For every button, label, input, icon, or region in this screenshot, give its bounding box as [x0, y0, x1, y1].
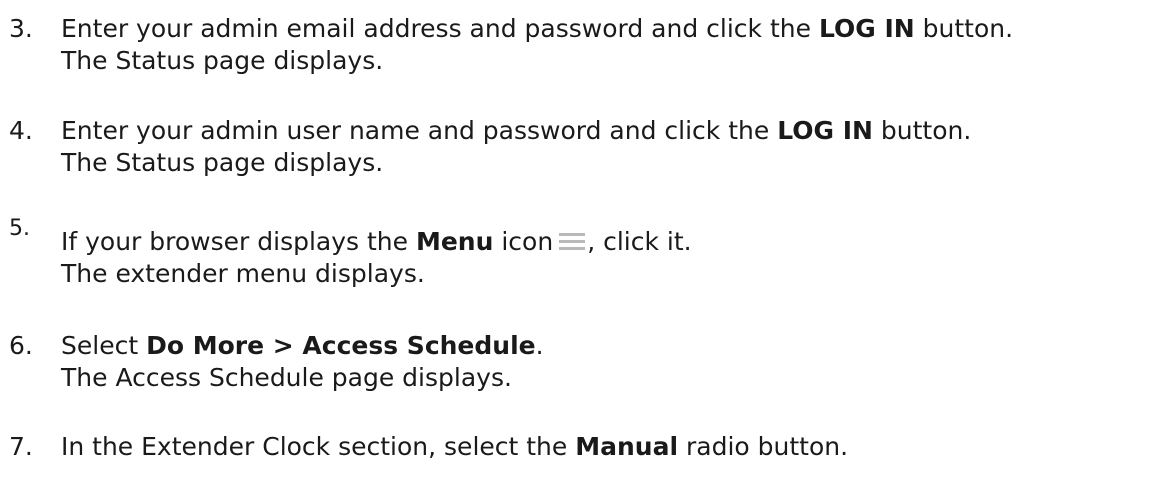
step-number: 3. [9, 14, 33, 43]
step-number: 5. [9, 216, 30, 241]
menu-path-label: Do More > Access Schedule [146, 331, 536, 360]
manual-label: Manual [575, 432, 679, 461]
step-number: 7. [9, 432, 33, 461]
step-instruction: In the Extender Clock section, select th… [61, 432, 849, 461]
log-in-label: LOG IN [777, 116, 873, 145]
menu-icon [559, 231, 586, 251]
step-instruction: Enter your admin email address and passw… [61, 14, 1014, 43]
step-number: 4. [9, 116, 33, 145]
step-instruction: Enter your admin user name and password … [61, 116, 972, 145]
step-instruction: Select Do More > Access Schedule. [61, 331, 544, 360]
step-result: The Status page displays. [61, 46, 384, 75]
step-result: The Status page displays. [61, 148, 384, 177]
menu-label: Menu [415, 227, 494, 256]
step-result: The Access Schedule page displays. [61, 363, 512, 392]
step-instruction: If your browser displays the Menu icon, … [61, 227, 692, 256]
step-result: The extender menu displays. [61, 259, 425, 288]
step-number: 6. [9, 331, 33, 360]
log-in-label: LOG IN [818, 14, 915, 43]
